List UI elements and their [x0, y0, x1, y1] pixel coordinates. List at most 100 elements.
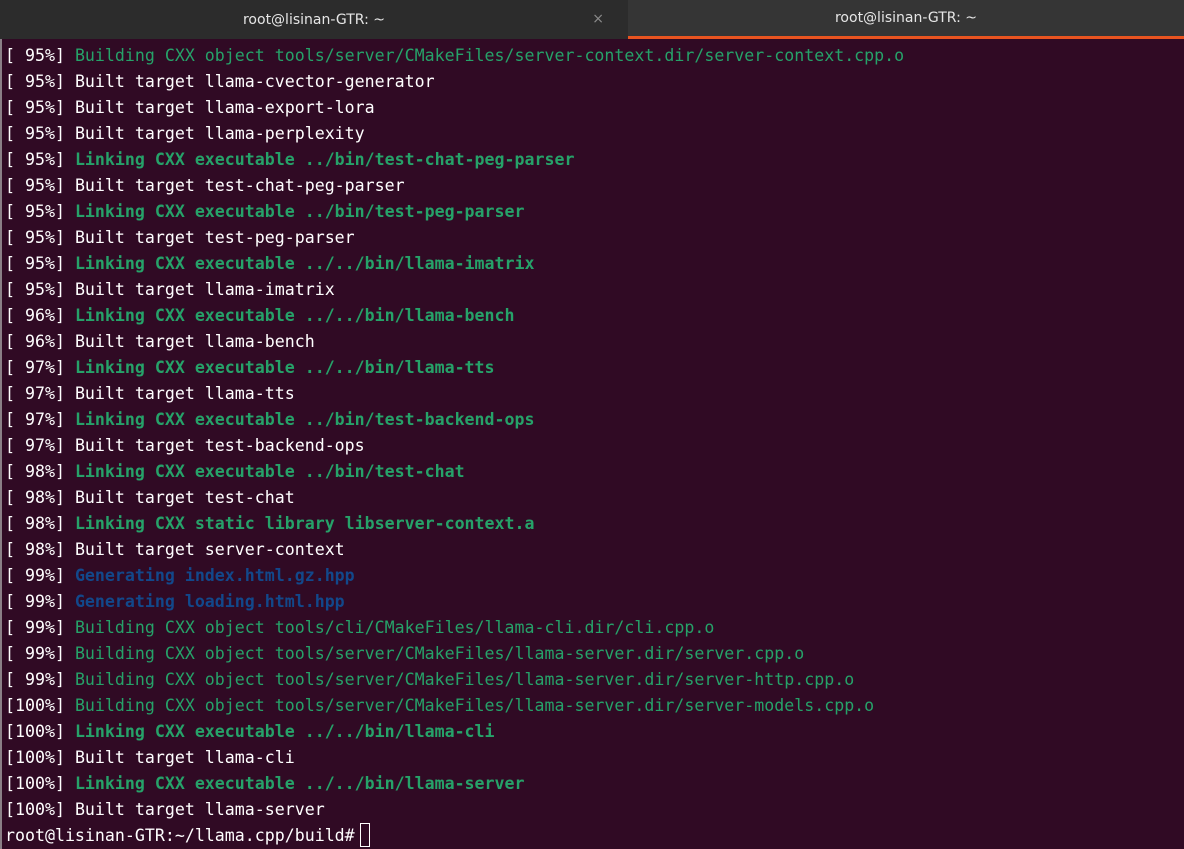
progress-percent: [ 95%] [5, 202, 75, 221]
terminal-line: [ 99%] Generating index.html.gz.hpp [5, 563, 1184, 589]
build-message: Linking CXX executable ../bin/test-backe… [74, 410, 535, 429]
build-message: Linking CXX executable ../../bin/llama-i… [74, 254, 535, 273]
tab-title: root@lisinan-GTR: ~ [834, 10, 978, 26]
terminal-line: [ 96%] Built target llama-bench [5, 329, 1184, 355]
progress-percent: [ 95%] [5, 150, 75, 169]
build-message: Built target llama-export-lora [74, 98, 375, 117]
build-message: Linking CXX executable ../bin/test-chat-… [74, 150, 575, 169]
shell-prompt: root@lisinan-GTR:~/llama.cpp/build# [5, 826, 355, 845]
terminal-line: [100%] Built target llama-server [5, 797, 1184, 823]
build-message: Linking CXX executable ../bin/test-chat [74, 462, 465, 481]
build-message: Built target llama-bench [74, 332, 315, 351]
progress-percent: [100%] [5, 748, 75, 767]
tab-title: root@lisinan-GTR: ~ [242, 11, 386, 28]
build-message: Built target server-context [74, 540, 345, 559]
build-message: Built target llama-imatrix [74, 280, 335, 299]
terminal-line: [ 95%] Built target test-peg-parser [5, 225, 1184, 251]
progress-percent: [ 95%] [5, 98, 75, 117]
progress-percent: [100%] [5, 722, 75, 741]
terminal-line: [ 98%] Built target test-chat [5, 485, 1184, 511]
build-message: Built target llama-tts [74, 384, 295, 403]
terminal-line: [ 95%] Linking CXX executable ../bin/tes… [5, 199, 1184, 225]
terminal-line: [100%] Built target llama-cli [5, 745, 1184, 771]
progress-percent: [ 95%] [5, 228, 75, 247]
build-message: Built target test-chat [74, 488, 295, 507]
progress-percent: [100%] [5, 800, 75, 819]
build-message: Built target test-backend-ops [74, 436, 365, 455]
tab-bar: root@lisinan-GTR: ~ × root@lisinan-GTR: … [0, 0, 1184, 39]
terminal-line: [ 97%] Linking CXX executable ../../bin/… [5, 355, 1184, 381]
build-message: Generating index.html.gz.hpp [74, 566, 355, 585]
terminal-output[interactable]: [ 95%] Building CXX object tools/server/… [0, 39, 1184, 849]
build-message: Linking CXX executable ../../bin/llama-b… [74, 306, 515, 325]
build-message: Linking CXX executable ../../bin/llama-s… [74, 774, 525, 793]
terminal-window: root@lisinan-GTR: ~ × root@lisinan-GTR: … [0, 0, 1184, 849]
progress-percent: [ 96%] [5, 306, 75, 325]
progress-percent: [ 95%] [5, 46, 75, 65]
progress-percent: [ 97%] [5, 410, 75, 429]
terminal-line: [ 95%] Linking CXX executable ../bin/tes… [5, 147, 1184, 173]
terminal-line: [ 95%] Built target llama-export-lora [5, 95, 1184, 121]
build-message: Built target llama-cli [74, 748, 295, 767]
build-message: Linking CXX executable ../../bin/llama-c… [74, 722, 495, 741]
progress-percent: [ 99%] [5, 566, 75, 585]
tab-terminal-1[interactable]: root@lisinan-GTR: ~ × [0, 0, 628, 39]
terminal-line: [ 97%] Built target llama-tts [5, 381, 1184, 407]
terminal-line: [ 98%] Linking CXX executable ../bin/tes… [5, 459, 1184, 485]
progress-percent: [ 99%] [5, 670, 75, 689]
progress-percent: [ 97%] [5, 436, 75, 455]
progress-percent: [ 95%] [5, 254, 75, 273]
terminal-line: [ 99%] Building CXX object tools/server/… [5, 667, 1184, 693]
progress-percent: [ 95%] [5, 72, 75, 91]
build-message: Linking CXX executable ../../bin/llama-t… [74, 358, 495, 377]
build-message: Generating loading.html.hpp [74, 592, 345, 611]
progress-percent: [ 99%] [5, 618, 75, 637]
build-message: Linking CXX static library libserver-con… [74, 514, 535, 533]
progress-percent: [ 97%] [5, 384, 75, 403]
progress-percent: [ 95%] [5, 124, 75, 143]
progress-percent: [100%] [5, 774, 75, 793]
prompt-line[interactable]: root@lisinan-GTR:~/llama.cpp/build# [5, 823, 1184, 849]
build-message: Building CXX object tools/server/CMakeFi… [74, 696, 875, 715]
terminal-line: [ 98%] Built target server-context [5, 537, 1184, 563]
terminal-line: [ 95%] Building CXX object tools/server/… [5, 43, 1184, 69]
terminal-line: [100%] Linking CXX executable ../../bin/… [5, 719, 1184, 745]
build-message: Built target llama-server [74, 800, 325, 819]
progress-percent: [ 96%] [5, 332, 75, 351]
progress-percent: [ 99%] [5, 592, 75, 611]
build-message: Built target llama-perplexity [74, 124, 365, 143]
progress-percent: [ 95%] [5, 176, 75, 195]
terminal-line: [100%] Linking CXX executable ../../bin/… [5, 771, 1184, 797]
progress-percent: [ 98%] [5, 488, 75, 507]
progress-percent: [ 98%] [5, 514, 75, 533]
terminal-line: [100%] Building CXX object tools/server/… [5, 693, 1184, 719]
build-message: Linking CXX executable ../bin/test-peg-p… [74, 202, 525, 221]
terminal-line: [ 98%] Linking CXX static library libser… [5, 511, 1184, 537]
terminal-line: [ 97%] Linking CXX executable ../bin/tes… [5, 407, 1184, 433]
progress-percent: [ 98%] [5, 462, 75, 481]
terminal-line: [ 96%] Linking CXX executable ../../bin/… [5, 303, 1184, 329]
terminal-line: [ 99%] Generating loading.html.hpp [5, 589, 1184, 615]
build-message: Built target test-peg-parser [74, 228, 355, 247]
build-message: Building CXX object tools/server/CMakeFi… [74, 670, 855, 689]
terminal-line: [ 99%] Building CXX object tools/cli/CMa… [5, 615, 1184, 641]
terminal-line: [ 95%] Built target llama-imatrix [5, 277, 1184, 303]
text-cursor [359, 823, 370, 847]
close-tab-icon[interactable]: × [592, 11, 604, 27]
progress-percent: [ 98%] [5, 540, 75, 559]
build-message: Built target test-chat-peg-parser [74, 176, 405, 195]
terminal-line: [ 95%] Built target llama-cvector-genera… [5, 69, 1184, 95]
terminal-line: [ 95%] Linking CXX executable ../../bin/… [5, 251, 1184, 277]
terminal-line: [ 99%] Building CXX object tools/server/… [5, 641, 1184, 667]
build-message: Building CXX object tools/server/CMakeFi… [74, 644, 805, 663]
progress-percent: [100%] [5, 696, 75, 715]
progress-percent: [ 95%] [5, 280, 75, 299]
progress-percent: [ 97%] [5, 358, 75, 377]
build-message: Building CXX object tools/server/CMakeFi… [74, 46, 905, 65]
terminal-line: [ 97%] Built target test-backend-ops [5, 433, 1184, 459]
progress-percent: [ 99%] [5, 644, 75, 663]
tab-terminal-2-active[interactable]: root@lisinan-GTR: ~ [628, 0, 1184, 39]
terminal-line: [ 95%] Built target test-chat-peg-parser [5, 173, 1184, 199]
terminal-line: [ 95%] Built target llama-perplexity [5, 121, 1184, 147]
build-message: Built target llama-cvector-generator [74, 72, 435, 91]
